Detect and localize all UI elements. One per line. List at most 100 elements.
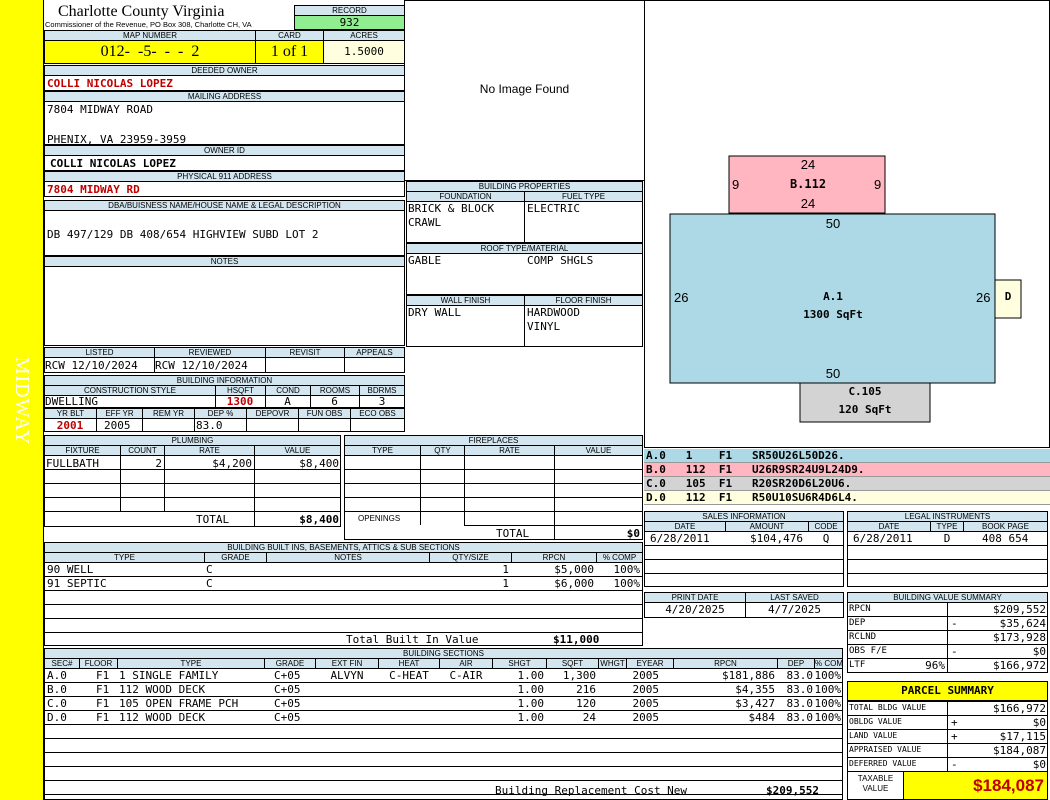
parcel-summary-value: $17,115 — [999, 730, 1046, 743]
section-1-shgt: 1.00 — [517, 669, 545, 682]
fp-div-1 — [420, 455, 421, 525]
section-3-sqft: 120 — [576, 697, 596, 710]
record-value: 932 — [294, 15, 405, 30]
card-value: 1 of 1 — [255, 40, 324, 64]
cond-value: A — [284, 395, 291, 408]
builtins-total: $11,000 — [553, 633, 600, 646]
bi-row-3 — [44, 604, 643, 605]
section-3-comp: 100% — [814, 697, 842, 710]
parcel-summary-value: $184,087 — [993, 744, 1046, 757]
fp-row-1 — [344, 469, 643, 470]
section-3-floor: F1 — [96, 697, 110, 710]
builtins-total-label: Total Built In Value — [346, 633, 479, 646]
parcel-summary-title: PARCEL SUMMARY — [847, 681, 1048, 701]
legal-row-2 — [847, 559, 1048, 560]
side-label: MIDWAY — [11, 356, 33, 446]
section-3-dep: 83.0 — [786, 697, 814, 710]
taxable-value: $184,087 — [903, 771, 1048, 800]
value-summary-label: RCLND — [849, 632, 877, 642]
yr-blt-value: 2001 — [56, 419, 84, 432]
last-saved: 4/7/2025 — [768, 603, 821, 616]
pl-row-2 — [44, 483, 341, 484]
county-title: Charlotte County Virginia — [58, 3, 225, 20]
section-2-dep: 83.0 — [786, 683, 814, 696]
legal-book: 408 654 — [982, 532, 1029, 545]
parcel-summary-label: TOTAL BLDG VALUE — [849, 703, 927, 712]
fireplace-total-label: TOTAL — [496, 527, 530, 540]
section-2-eyear: 2005 — [632, 683, 660, 696]
owner-id: COLLI NICOLAS LOPEZ — [50, 157, 176, 170]
section-1-dep: 83.0 — [786, 669, 814, 682]
foundation-2: CRAWL — [408, 216, 442, 229]
section-4-grade: C+05 — [274, 711, 301, 724]
parcel-summary-sign: + — [951, 716, 958, 729]
eff-yr-value: 2005 — [104, 419, 131, 432]
plumbing-rate: $4,200 — [212, 457, 252, 470]
deeded-owner: COLLI NICOLAS LOPEZ — [47, 77, 173, 90]
fuel-type: ELECTRIC — [527, 202, 580, 215]
parcel-summary-divider — [947, 743, 948, 758]
parcel-summary-sign: - — [951, 758, 958, 771]
section-1-heat: C-HEAT — [389, 669, 429, 682]
sketch-legend-row: D.0 112 F1 R50U10SU6R4D6L4. — [644, 491, 1050, 505]
print-date: 4/20/2025 — [665, 603, 725, 616]
bi2-div-1 — [96, 418, 97, 432]
legal-row-1 — [847, 545, 1048, 546]
sketch-legend-row: B.0 112 F1 U26R9SR24U9L24D9. — [644, 463, 1050, 477]
revisit-box — [265, 357, 345, 373]
rooms-value: 6 — [331, 395, 338, 408]
section-1-grade: C+05 — [274, 669, 301, 682]
builtin-row-1-grade: C — [206, 563, 213, 576]
section-2-comp: 100% — [814, 683, 842, 696]
sales-row-2 — [644, 559, 844, 560]
section-2-floor: F1 — [96, 683, 110, 696]
builtin-row-1-comp: 100% — [613, 563, 641, 576]
sketch-a-label: A.1 — [823, 290, 843, 303]
parcel-summary-value: $0 — [1032, 758, 1046, 771]
bi-row-4 — [44, 618, 643, 619]
value-summary-divider — [947, 658, 948, 673]
builtin-row-1-rpcn: $5,000 — [554, 563, 594, 576]
value-summary-value: $35,624 — [999, 617, 1046, 630]
section-4-floor: F1 — [96, 711, 110, 724]
section-1-rpcn: $181,886 — [722, 669, 775, 682]
sketch-a-bottom: 50 — [825, 366, 841, 381]
sketch-d-label: D — [1004, 290, 1012, 303]
sales-row-1 — [644, 545, 844, 546]
section-row-line — [44, 752, 843, 753]
sketch-b-bottom: 24 — [800, 196, 816, 211]
section-4-sqft: 24 — [582, 711, 596, 724]
section-4-rpcn: $484 — [748, 711, 776, 724]
reviewed-value: RCW 12/10/2024 — [155, 359, 248, 372]
floor-finish-2: VINYL — [527, 320, 561, 333]
builtin-row-2-comp: 100% — [613, 577, 641, 590]
value-summary-value: $173,928 — [993, 631, 1046, 644]
plumbing-count: 2 — [155, 457, 162, 470]
section-3-shgt: 1.00 — [517, 697, 545, 710]
section-4-sec: D.0 — [47, 711, 67, 724]
section-3-sec: C.0 — [47, 697, 67, 710]
value-summary-divider — [947, 602, 948, 617]
bi2-div-5 — [298, 418, 299, 432]
bi-row-2 — [44, 590, 643, 591]
builtin-row-2-grade: C — [206, 577, 213, 590]
no-image-text: No Image Found — [479, 82, 570, 96]
legal-row-3 — [847, 573, 1048, 574]
builtin-row-1-qty: 1 — [502, 563, 509, 576]
taxable-label-1: TAXABLE — [857, 774, 894, 783]
bi2-div-6 — [350, 418, 351, 432]
parcel-summary-label: DEFERRED VALUE — [849, 759, 917, 768]
section-2-grade: C+05 — [274, 683, 301, 696]
bdrms-value: 3 — [378, 395, 386, 408]
bi2-div-3 — [194, 418, 195, 432]
parcel-summary-divider — [947, 701, 948, 716]
sale-code: Q — [822, 532, 830, 545]
section-1-floor: F1 — [96, 669, 110, 682]
pl-row-3 — [44, 497, 341, 498]
parcel-summary-divider — [947, 715, 948, 730]
fp-row-5 — [464, 525, 643, 526]
pl-row-4 — [44, 511, 341, 512]
fp-div-2 — [464, 455, 465, 525]
section-2-type: 112 WOOD DECK — [119, 683, 206, 696]
sketch-b-top: 24 — [800, 157, 816, 172]
